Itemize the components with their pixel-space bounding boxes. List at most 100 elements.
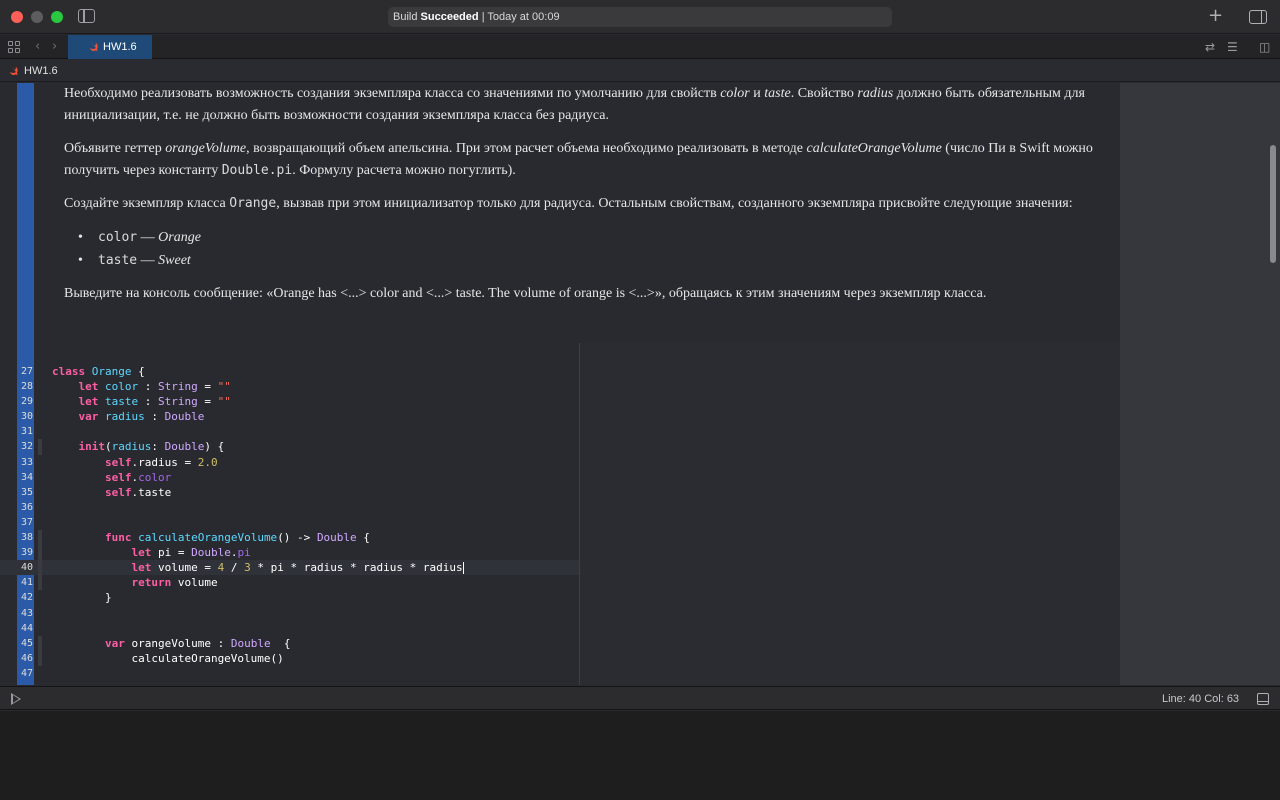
emphasis: color [720,86,750,101]
code-line[interactable]: 35 self.taste [0,485,579,500]
emphasis: Sweet [158,253,191,268]
inline-code: Double.pi [221,163,293,178]
code-line[interactable]: 45 var orangeVolume : Double { [0,635,579,651]
code-line[interactable]: 46 calculateOrangeVolume() [0,650,579,666]
text-run: и [749,86,765,101]
fold-ribbon[interactable] [38,635,42,651]
code-text: var radius : Double [78,410,205,424]
text-run: — [137,253,159,268]
code-line[interactable]: 28 let color : String = "" [0,379,579,394]
sidebar-icon[interactable] [78,9,95,23]
code-line[interactable]: 27 class Orange { [0,364,579,379]
chevron-right-icon[interactable]: › [52,38,57,56]
play-icon[interactable] [11,693,21,705]
breadcrumb-file[interactable]: HW1.6 [24,65,58,77]
code-text: let color : String = "" [78,380,231,394]
close-window-button[interactable] [11,11,23,23]
line-number: 44 [20,622,33,634]
code-line[interactable]: 34 self.color [0,470,579,485]
line-number: 34 [20,471,33,483]
text-run: . Свойство [790,86,858,101]
line-number: 33 [20,456,33,468]
instruction-paragraph-3: Создайте экземпляр класса Orange, вызвав… [64,193,1120,215]
swift-icon [10,66,18,75]
tab-label: HW1.6 [103,41,137,53]
zoom-window-button[interactable] [51,11,63,23]
line-number: 41 [20,577,33,589]
code-line[interactable]: 37 [0,515,579,530]
text-run: , вызвав при этом инициализатор только д… [276,196,1073,211]
line-number: 35 [20,486,33,498]
activity-view: Build Succeeded | Today at 00:09 [388,7,892,27]
line-number: 42 [20,592,33,604]
build-label: Build [393,11,418,23]
vertical-scrollbar[interactable] [1270,145,1276,263]
grid-icon[interactable] [8,41,20,53]
line-number: 46 [20,652,33,664]
emphasis: orangeVolume [165,141,247,156]
tab-bar: ‹ › HW1.6 ⇄ ☰ ◫ [0,35,1280,59]
emphasis: radius [857,86,894,101]
split-icon[interactable]: ◫ [1259,39,1270,55]
code-line[interactable]: 41 return volume [0,575,579,591]
code-line[interactable]: 40 let volume = 4 / 3 * pi * radius * ra… [0,560,579,576]
inline-code: taste [98,253,138,268]
code-line[interactable]: 32 init(radius: Double) { [0,439,579,455]
instruction-paragraph-4: Выведите на консоль сообщение: «Orange h… [64,286,987,301]
code-text: calculateOrangeVolume() [52,651,284,665]
minimize-window-button[interactable] [31,11,43,23]
chevron-left-icon[interactable]: ‹ [35,38,40,56]
text-cursor [462,562,464,575]
lines-icon[interactable]: ☰ [1227,39,1238,55]
code-line[interactable]: 44 [0,621,579,636]
swap-icon[interactable]: ⇄ [1205,39,1215,55]
inspector-icon[interactable] [1249,10,1267,24]
code-line[interactable]: 36 [0,500,579,515]
code-text: self.radius = 2.0 [104,455,218,469]
code-line[interactable]: 33 self.radius = 2.0 [0,455,579,470]
line-number: 47 [20,667,33,679]
build-time: | Today at 00:09 [481,11,560,23]
fold-ribbon[interactable] [38,575,42,591]
code-line[interactable]: 30 var radius : Double [0,409,579,424]
fold-ribbon[interactable] [38,650,42,666]
code-text: class Orange { [52,365,145,378]
code-line[interactable]: 31 [0,424,579,439]
fold-ribbon[interactable] [38,439,42,455]
tab-hw16[interactable]: HW1.6 [68,35,152,59]
list-item: taste — Sweet [78,249,1120,272]
text-run: , возвращающий объем апельсина. При этом… [246,141,807,156]
code-line[interactable]: 47 [0,666,579,681]
code-line[interactable]: 29 let taste : String = "" [0,394,579,409]
source-editor[interactable]: Необходимо реализовать возможность созда… [0,83,1280,685]
code-line[interactable]: 39 let pi = Double.pi [0,545,579,561]
code-text: let taste : String = "" [78,395,231,409]
console-area[interactable] [0,711,1280,800]
fold-ribbon[interactable] [38,545,42,561]
fold-ribbon[interactable] [38,560,42,576]
title-bar: Build Succeeded | Today at 00:09 + [0,0,1280,34]
fold-ribbon[interactable] [38,530,42,546]
text-run: Объявите геттер [64,141,166,156]
text-run: Необходимо реализовать возможность созда… [64,86,721,101]
line-number: 37 [20,516,33,528]
plus-icon[interactable]: + [1208,5,1223,27]
build-result: Succeeded [420,11,479,23]
text-run: — [137,230,159,245]
code-lines[interactable]: 27 class Orange {28 let color : String = … [0,364,579,681]
code-line[interactable]: 42 } [0,590,579,605]
line-number: 30 [20,411,33,423]
code-line[interactable]: 43 [0,606,579,621]
emphasis: taste [764,86,791,101]
minimap-pane [1120,83,1280,685]
console-icon[interactable] [1257,693,1269,705]
code-text: func calculateOrangeVolume() -> Double { [104,531,370,545]
code-line[interactable]: 38 func calculateOrangeVolume() -> Doubl… [0,530,579,546]
debug-bar: Line: 40 Col: 63 [0,686,1280,710]
code-text: self.taste [104,485,172,499]
line-number: 36 [20,501,33,513]
line-number: 45 [20,637,33,649]
code-text: init(radius: Double) { [78,440,225,454]
breadcrumb: HW1.6 [0,60,1280,82]
code-text: var orangeVolume : Double { [104,636,291,650]
